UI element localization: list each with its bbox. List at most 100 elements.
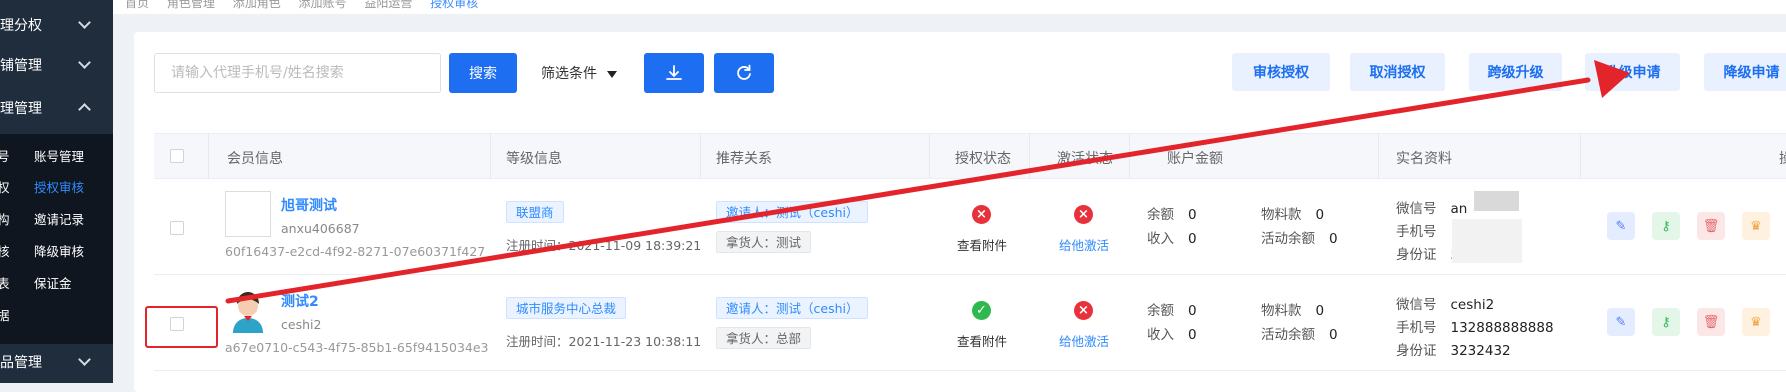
- cross-level-upgrade-button[interactable]: 跨级升级: [1469, 53, 1562, 91]
- phone: 手机号: [1396, 220, 1451, 240]
- check-circle-icon: ✓: [972, 301, 991, 320]
- member-name[interactable]: 旭哥测试: [281, 195, 337, 215]
- member-account: ceshi2: [281, 317, 322, 332]
- downgrade-apply-button[interactable]: 降级申请: [1704, 53, 1786, 91]
- activate-link[interactable]: 给他激活: [1059, 235, 1109, 254]
- breadcrumb-item[interactable]: 角色管理: [167, 0, 215, 10]
- inviter-tag: 邀请人：测试（ceshi）: [716, 297, 869, 319]
- wechat-value: an: [1450, 201, 1468, 217]
- view-attachment-link[interactable]: 查看附件: [957, 331, 1007, 350]
- delete-icon[interactable]: 🗑: [1697, 212, 1725, 240]
- col-divider: [1378, 133, 1379, 179]
- member-uuid: a67e0710-c543-4f75-85b1-65f9415034e3: [225, 340, 489, 355]
- material-label: 物料款: [1261, 207, 1302, 223]
- sidebar-group-permission[interactable]: 管理分权: [0, 8, 113, 42]
- sidebar-item[interactable]: 号: [0, 146, 10, 165]
- sidebar-item-downgrade-review[interactable]: 降级审核: [34, 241, 84, 260]
- upgrade-icon[interactable]: ♛: [1742, 212, 1770, 240]
- sidebar-item-invite-record[interactable]: 邀请记录: [34, 209, 84, 228]
- sidebar: 管理分权 店铺管理 代理管理 号 账号管理 权 授权审核 构 邀请记录 核 降级…: [0, 0, 113, 383]
- col-referral: 推荐关系: [716, 151, 772, 167]
- sidebar-item[interactable]: 核: [0, 241, 10, 260]
- download-icon: [666, 65, 682, 80]
- member-uuid: 60f16437-e2cd-4f92-8271-07e60371f427: [225, 244, 486, 259]
- sidebar-group-shop[interactable]: 店铺管理: [0, 48, 113, 82]
- col-realname: 实名资料: [1396, 151, 1452, 167]
- sidebar-item-deposit[interactable]: 保证金: [34, 273, 72, 292]
- agent-submenu: 号 账号管理 权 授权审核 构 邀请记录 核 降级审核 表 保证金 据: [0, 134, 113, 344]
- sidebar-item[interactable]: 据: [0, 305, 10, 324]
- col-member: 会员信息: [227, 151, 283, 167]
- cancel-auth-button[interactable]: 取消授权: [1350, 53, 1445, 91]
- search-input[interactable]: 请输入代理手机号/姓名搜索: [154, 53, 441, 93]
- activity-balance: 活动余额 0: [1261, 227, 1338, 247]
- table-row: 测试2 ceshi2 a67e0710-c543-4f75-85b1-65f94…: [154, 275, 1786, 371]
- income-value: 0: [1188, 231, 1197, 247]
- col-divider: [208, 133, 209, 179]
- table-row: 旭哥测试 anxu406687 60f16437-e2cd-4f92-8271-…: [154, 179, 1786, 275]
- sidebar-group-agent[interactable]: 代理管理: [0, 91, 113, 125]
- redacted-area: [1452, 219, 1522, 263]
- chevron-up-icon: [78, 103, 91, 116]
- sidebar-group-label: 管理分权: [0, 18, 42, 34]
- refresh-button[interactable]: [714, 53, 774, 93]
- select-all-checkbox[interactable]: [170, 149, 184, 163]
- sidebar-group-label: 商品管理: [0, 355, 42, 371]
- key-icon[interactable]: ⚷: [1652, 308, 1680, 336]
- upgrade-apply-button[interactable]: 升级申请: [1585, 53, 1680, 91]
- sidebar-item-auth-review[interactable]: 授权审核: [34, 177, 84, 196]
- material-label: 物料款: [1261, 303, 1302, 319]
- activity-label: 活动余额: [1261, 231, 1315, 247]
- income: 收入 0: [1147, 323, 1197, 343]
- approve-auth-button[interactable]: 审核授权: [1232, 53, 1330, 91]
- balance: 余额 0: [1147, 299, 1197, 319]
- col-level: 等级信息: [506, 151, 562, 167]
- table-header: 会员信息 等级信息 推荐关系 授权状态 激活状态 账户金额 实名资料 操作: [154, 133, 1786, 179]
- filter-dropdown[interactable]: 筛选条件: [541, 63, 617, 83]
- search-button[interactable]: 搜索: [449, 53, 517, 93]
- activity-value: 0: [1329, 327, 1338, 343]
- activity-balance: 活动余额 0: [1261, 323, 1338, 343]
- chevron-down-icon: [78, 353, 91, 366]
- upgrade-icon[interactable]: ♛: [1742, 308, 1770, 336]
- level-tag: 城市服务中心总裁: [506, 297, 627, 319]
- edit-icon[interactable]: ✎: [1607, 308, 1635, 336]
- avatar-illustration: [225, 287, 271, 333]
- wechat: 微信号 an: [1396, 197, 1467, 217]
- breadcrumb-current: 授权审核: [430, 0, 479, 10]
- sidebar-item[interactable]: 表: [0, 273, 10, 292]
- sidebar-item-account[interactable]: 账号管理: [34, 146, 84, 165]
- level-tag: 联盟商: [506, 201, 564, 223]
- breadcrumb-item[interactable]: 首页: [125, 0, 149, 10]
- wechat: 微信号 ceshi2: [1396, 293, 1494, 313]
- edit-icon[interactable]: ✎: [1607, 212, 1635, 240]
- sidebar-item[interactable]: 构: [0, 209, 10, 228]
- row-checkbox[interactable]: [170, 221, 184, 235]
- view-attachment-link[interactable]: 查看附件: [957, 235, 1007, 254]
- avatar: [225, 287, 271, 333]
- income-label: 收入: [1147, 327, 1174, 343]
- close-circle-icon: ×: [1074, 301, 1093, 320]
- member-name[interactable]: 测试2: [281, 291, 319, 311]
- refresh-icon: [737, 64, 751, 80]
- idcard-label: 身份证: [1396, 343, 1437, 359]
- key-icon[interactable]: ⚷: [1652, 212, 1680, 240]
- sidebar-item[interactable]: 权: [0, 177, 10, 196]
- delete-icon[interactable]: 🗑: [1697, 308, 1725, 336]
- caret-down-icon: [607, 70, 617, 78]
- breadcrumb-item[interactable]: 添加账号: [299, 0, 347, 10]
- col-divider: [1129, 133, 1130, 179]
- activity-label: 活动余额: [1261, 327, 1315, 343]
- col-operation: 操作: [1779, 148, 1786, 168]
- breadcrumb-item[interactable]: 添加角色: [233, 0, 281, 10]
- income-label: 收入: [1147, 231, 1174, 247]
- breadcrumb-item[interactable]: 益阳运营: [364, 0, 412, 10]
- activity-value: 0: [1329, 231, 1338, 247]
- sidebar-group-goods[interactable]: 商品管理: [0, 345, 113, 379]
- activate-link[interactable]: 给他激活: [1059, 331, 1109, 350]
- col-divider: [1029, 133, 1030, 179]
- download-button[interactable]: [644, 53, 704, 93]
- material-value: 0: [1315, 207, 1325, 223]
- inviter-tag: 邀请人：测试（ceshi）: [716, 201, 869, 223]
- sidebar-group-label: 店铺管理: [0, 58, 42, 74]
